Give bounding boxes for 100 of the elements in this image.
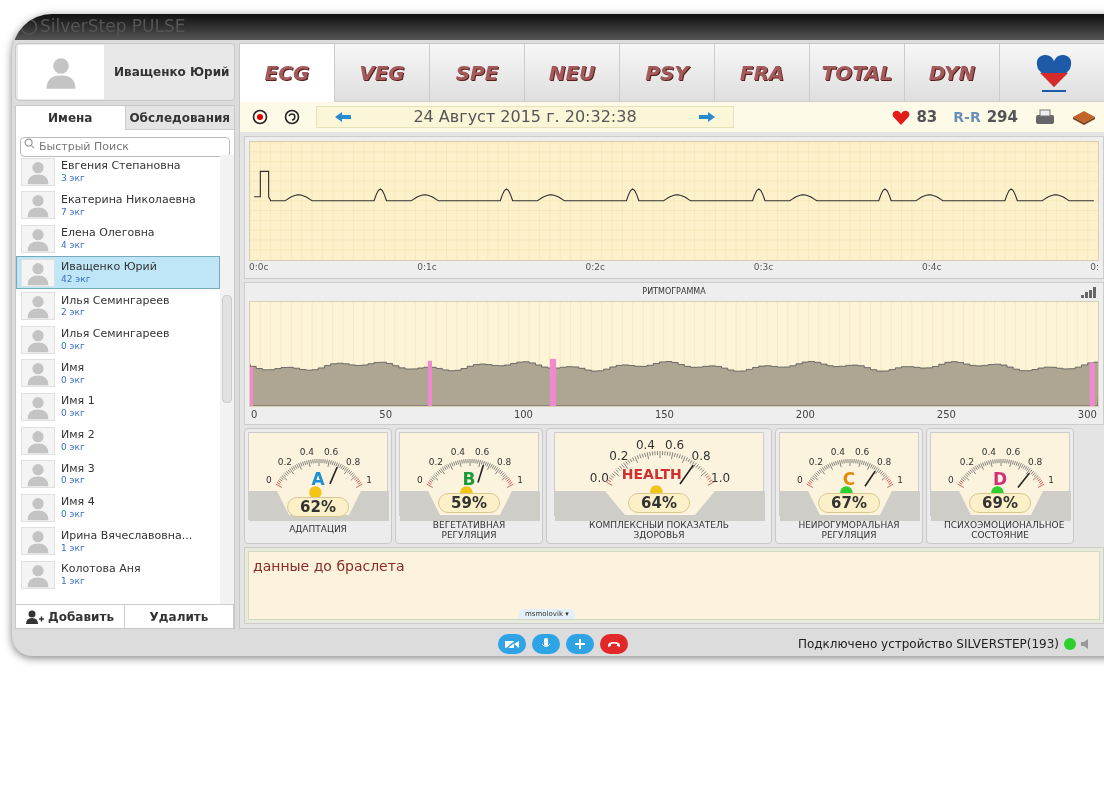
patient-item[interactable]: Елена Олеговна 4 экг: [16, 222, 220, 256]
scale-label: 0.8: [1027, 457, 1043, 467]
scale-label: 0.6: [854, 447, 870, 457]
patient-item[interactable]: Колотова Аня 1 экг: [16, 558, 220, 592]
add-call-button[interactable]: [566, 634, 594, 654]
patient-name: Иващенко Юрий: [61, 260, 157, 274]
patient-item[interactable]: Ирина Вячеславовна... 1 экг: [16, 524, 220, 559]
ecg-count: 0 экг: [61, 374, 85, 386]
patient-item[interactable]: Имя 3 0 экг: [16, 457, 220, 491]
chart-title: РИТМОГРАММА: [642, 286, 706, 298]
arrow-right-icon[interactable]: [699, 112, 715, 122]
app-logo-icon: [20, 18, 38, 36]
patient-item[interactable]: Евгения Степановна 3 экг: [16, 155, 220, 189]
microphone-icon: [541, 638, 551, 650]
axis-tick-label: 50: [379, 408, 392, 422]
scale-label: 1: [517, 475, 524, 485]
record-icon[interactable]: [252, 109, 268, 125]
scale-label: 0.4: [830, 447, 846, 457]
scale-label: 0.2: [277, 457, 293, 467]
scale-label: 0.6: [1005, 447, 1021, 457]
gauge-letter: A: [311, 471, 325, 488]
search-field[interactable]: Быстрый Поиск: [20, 136, 230, 157]
axis-tick-label: 300: [1077, 408, 1097, 422]
mode-tab[interactable]: ECG: [240, 44, 335, 102]
scale-label: 0: [265, 475, 272, 485]
artifact-bar: [427, 360, 432, 406]
scale-label: 0.0: [589, 472, 609, 484]
scale-label: 0.6: [474, 447, 490, 457]
ecg-count: 1 экг: [61, 542, 86, 554]
microphone-button[interactable]: [532, 634, 560, 654]
scale-label: 0.4: [450, 447, 466, 457]
gauge-percent: 69%: [969, 493, 1031, 513]
signal-bars-icon[interactable]: [1081, 286, 1097, 298]
patient-item[interactable]: Имя 4 0 экг: [16, 490, 220, 525]
scale-label: 0.4: [299, 447, 315, 457]
add-button[interactable]: Добавить: [16, 605, 125, 628]
book-icon[interactable]: [1072, 109, 1096, 125]
scale-label: 0: [416, 475, 423, 485]
patient-item[interactable]: Имя 1 0 экг: [16, 390, 220, 424]
hang-up-button[interactable]: [600, 634, 628, 654]
axis-tick-label: 0: [251, 408, 258, 422]
scale-label: 1: [897, 475, 904, 485]
gauge-percent: 67%: [818, 493, 880, 513]
scale-label: 0.2: [808, 457, 824, 467]
scale-label: 0: [947, 475, 954, 485]
ecg-count: 0 экг: [61, 408, 86, 420]
patient-name: Илья Семингареев: [61, 327, 170, 341]
gauge-letter: HEALTH: [621, 467, 682, 481]
time-tick-label: 0:1c: [417, 260, 437, 274]
scale-label: 0.4: [981, 447, 997, 457]
patient-item[interactable]: Екатерина Николаевна 7 экг: [16, 188, 220, 223]
ecg-count: 0 экг: [61, 341, 86, 353]
patient-item[interactable]: Иващенко Юрий 42 экг: [16, 255, 220, 290]
scale-label: 0.6: [323, 447, 339, 457]
printer-icon[interactable]: [1034, 109, 1056, 125]
patient-name: Имя: [61, 360, 85, 375]
scale-label: 0.8: [496, 457, 512, 467]
patient-name: Евгения Степановна: [61, 159, 181, 174]
patient-name: Екатерина Николаевна: [61, 192, 196, 207]
gauge-caption: НЕЙРОГУМОРАЛЬНАЯ РЕГУЛЯЦИЯ: [797, 520, 901, 540]
axis-tick-label: 100: [513, 408, 533, 422]
list-tab[interactable]: Обследования: [124, 106, 234, 130]
camera-off-button[interactable]: [498, 634, 526, 654]
artifact-bar: [549, 358, 557, 406]
scale-label: 0.6: [665, 438, 685, 451]
scale-label: 0.8: [345, 457, 361, 467]
heart-icon: [892, 109, 911, 125]
patient-name: Имя 2: [61, 428, 95, 442]
gauge-caption: АДАПТАЦИЯ: [288, 524, 348, 534]
ecg-count: 42 экг: [61, 273, 92, 286]
scale-label: 0.8: [876, 457, 892, 467]
ecg-count: 0 экг: [61, 441, 86, 454]
axis-tick-label: 200: [795, 408, 815, 422]
rr-label: R-R: [953, 107, 981, 127]
profile-name: Иващенко Юрий: [114, 64, 230, 81]
scale-label: 1.0: [711, 472, 731, 484]
patient-name: Елена Олеговна: [61, 226, 155, 241]
scale-label: 0.2: [609, 450, 629, 463]
plus-icon: [575, 639, 585, 649]
ecg-count: 7 экг: [61, 206, 86, 218]
ecg-count: 1 экг: [61, 576, 86, 588]
scale-label: 0.2: [959, 457, 975, 467]
arrow-left-icon[interactable]: [335, 112, 351, 122]
patient-item[interactable]: Илья Семингареев 2 экг: [16, 289, 220, 323]
patient-name: Имя 1: [61, 394, 95, 409]
scale-label: 1: [1048, 475, 1055, 485]
patient-item[interactable]: Имя 0 экг: [16, 356, 220, 391]
patient-item[interactable]: Илья Семингареев 0 экг: [16, 322, 220, 357]
history-icon[interactable]: [284, 109, 300, 125]
patient-item[interactable]: Имя 2 0 экг: [16, 423, 220, 458]
patient-name: Имя 3: [61, 461, 95, 476]
patient-name: Имя 4: [61, 495, 95, 509]
status-text: Подключено устройство SILVERSTEP(193): [797, 636, 1059, 653]
scale-label: 0.8: [691, 450, 711, 463]
patient-name: Ирина Вячеславовна...: [61, 528, 193, 543]
time-tick-label: 0:0c: [249, 260, 269, 274]
phone-icon: [607, 640, 621, 648]
artifact-bar: [1089, 362, 1095, 406]
delete-button[interactable]: Удалить: [125, 605, 234, 628]
time-tick-label: 0:2c: [585, 260, 605, 274]
